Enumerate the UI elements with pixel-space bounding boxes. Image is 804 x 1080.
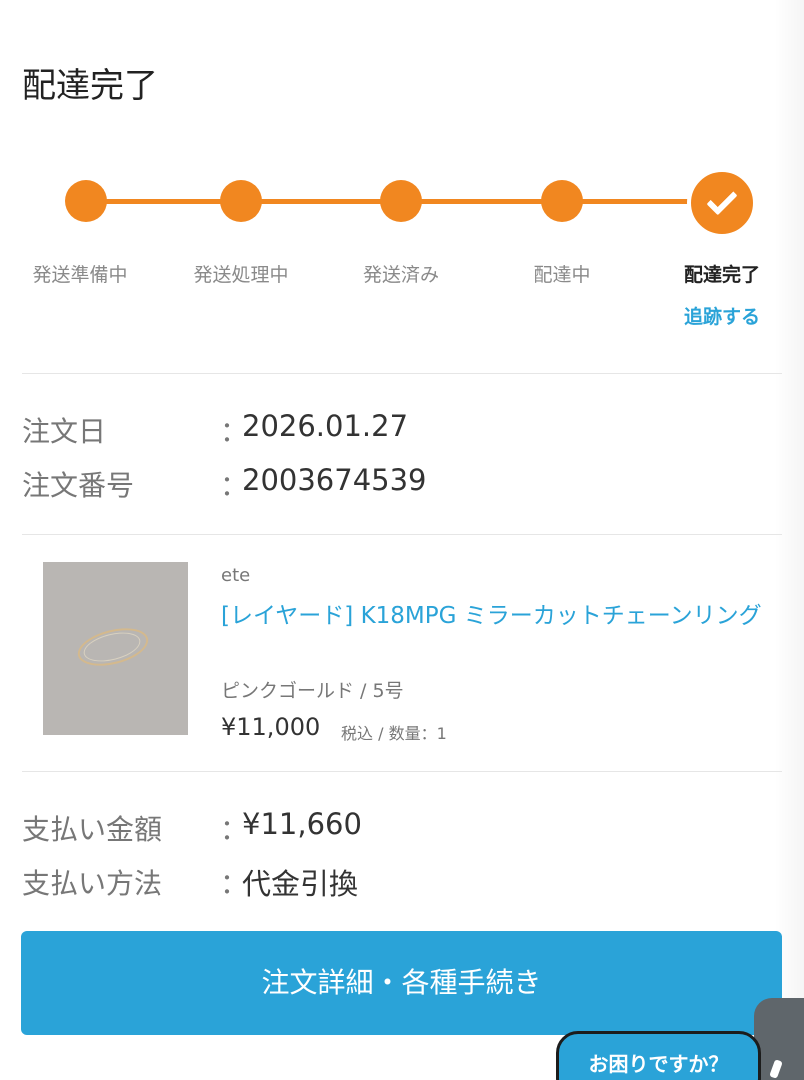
step-label-processing: 発送処理中 [193, 264, 289, 286]
product-image[interactable] [43, 562, 188, 735]
page-edge-shadow [774, 0, 804, 1080]
order-details-button[interactable]: 注文詳細・各種手続き [21, 931, 782, 1035]
step-label-in-delivery: 配達中 [533, 264, 591, 286]
order-number-label: 注文番号 [22, 469, 135, 502]
payment-method-label: 支払い方法 [22, 867, 163, 900]
step-dot-delivered [687, 168, 757, 238]
step-label-preparing: 発送準備中 [32, 264, 128, 286]
chat-icon [769, 1059, 783, 1079]
step-label-delivered: 配達完了 [683, 264, 761, 286]
page-title: 配達完了 [22, 66, 158, 106]
help-bubble[interactable]: お困りですか？ [556, 1031, 761, 1080]
product-price: ¥11,000 [221, 713, 321, 741]
step-dot-in-delivery [541, 180, 583, 222]
product-name-link[interactable]: [レイヤード] K18MPG ミラーカットチェーンリング [221, 598, 771, 634]
payment-amount-value: ¥11,660 [242, 807, 362, 841]
order-date-label: 注文日 [22, 415, 107, 448]
step-dot-preparing [65, 180, 107, 222]
divider [22, 373, 782, 374]
step-label-shipped: 発送済み [362, 264, 440, 286]
product-price-meta: 税込 / 数量：1 [341, 724, 447, 743]
divider [22, 534, 782, 535]
track-package-link[interactable]: 追跡する [684, 302, 760, 329]
delivery-progress-bar [0, 168, 804, 238]
divider [22, 771, 782, 772]
help-chat-tab[interactable] [754, 998, 804, 1080]
product-brand: ete [221, 565, 251, 586]
step-dot-processing [220, 180, 262, 222]
order-number-value: 2003674539 [242, 463, 427, 497]
product-variant: ピンクゴールド / 5号 [221, 680, 404, 702]
order-date-value: 2026.01.27 [242, 409, 409, 443]
payment-method-value: 代金引換 [242, 867, 359, 901]
payment-amount-label: 支払い金額 [22, 813, 163, 846]
step-dot-shipped [380, 180, 422, 222]
checkmark-icon [706, 184, 738, 216]
